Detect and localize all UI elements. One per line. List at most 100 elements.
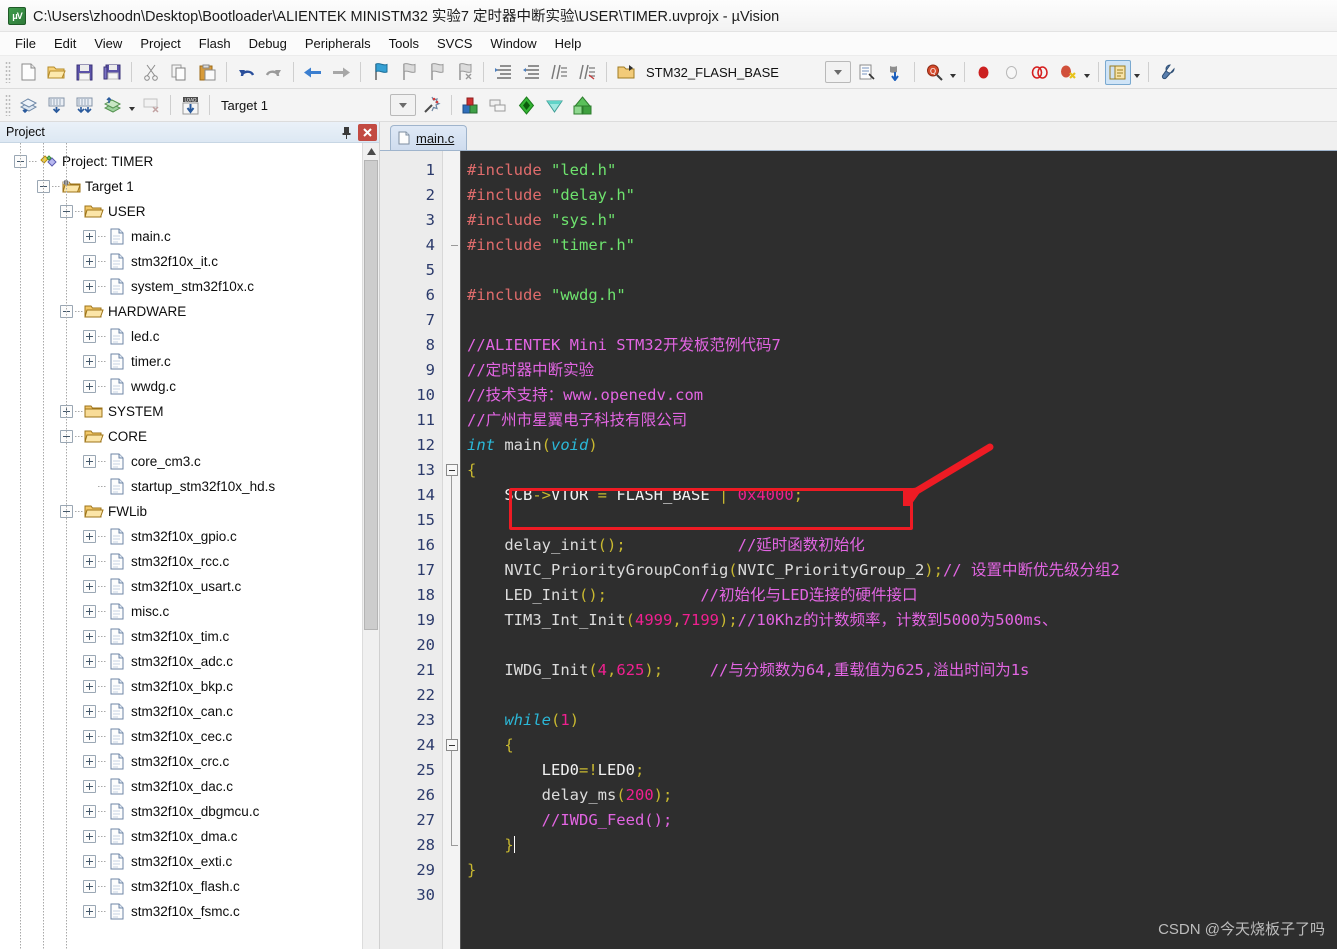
scroll-up-arrow-icon[interactable] bbox=[363, 143, 379, 160]
expand-icon[interactable] bbox=[83, 355, 96, 368]
cut-icon[interactable] bbox=[138, 60, 164, 85]
scrollbar-thumb[interactable] bbox=[364, 160, 378, 630]
navigate-forward-icon[interactable] bbox=[328, 60, 354, 85]
bookmark-toggle-icon[interactable] bbox=[367, 60, 393, 85]
bookmark-prev-icon[interactable] bbox=[395, 60, 421, 85]
tree-item[interactable]: CORE bbox=[0, 424, 362, 449]
tree-item[interactable]: Project: TIMER bbox=[0, 149, 362, 174]
expand-icon[interactable] bbox=[83, 780, 96, 793]
menu-flash[interactable]: Flash bbox=[190, 34, 240, 53]
indent-decrease-icon[interactable] bbox=[518, 60, 544, 85]
expand-icon[interactable] bbox=[83, 605, 96, 618]
tree-item[interactable]: USER bbox=[0, 199, 362, 224]
tree-item[interactable]: stm32f10x_exti.c bbox=[0, 849, 362, 874]
breakpoint-disable-all-icon[interactable] bbox=[1055, 60, 1081, 85]
configure-wrench-icon[interactable] bbox=[1155, 60, 1181, 85]
expand-icon[interactable] bbox=[83, 805, 96, 818]
tree-item[interactable]: stm32f10x_bkp.c bbox=[0, 674, 362, 699]
tree-item[interactable]: Target 1 bbox=[0, 174, 362, 199]
tree-item[interactable]: stm32f10x_adc.c bbox=[0, 649, 362, 674]
tree-item[interactable]: stm32f10x_gpio.c bbox=[0, 524, 362, 549]
menu-peripherals[interactable]: Peripherals bbox=[296, 34, 380, 53]
target-options-icon[interactable] bbox=[419, 93, 445, 118]
expand-icon[interactable] bbox=[83, 630, 96, 643]
expand-icon[interactable] bbox=[83, 655, 96, 668]
manage-run-time-env-icon[interactable] bbox=[542, 93, 568, 118]
pack-installer-icon[interactable] bbox=[514, 93, 540, 118]
tree-item[interactable]: stm32f10x_can.c bbox=[0, 699, 362, 724]
tree-item[interactable]: timer.c bbox=[0, 349, 362, 374]
expand-icon[interactable] bbox=[83, 455, 96, 468]
find-in-files-icon[interactable] bbox=[882, 60, 908, 85]
comment-lines-icon[interactable] bbox=[546, 60, 572, 85]
indent-increase-icon[interactable] bbox=[490, 60, 516, 85]
fold-collapse-icon[interactable] bbox=[446, 739, 458, 751]
tree-item[interactable]: stm32f10x_it.c bbox=[0, 249, 362, 274]
uncomment-lines-icon[interactable] bbox=[574, 60, 600, 85]
expand-icon[interactable] bbox=[83, 705, 96, 718]
expand-icon[interactable] bbox=[83, 755, 96, 768]
expand-icon[interactable] bbox=[83, 530, 96, 543]
tree-item[interactable]: stm32f10x_dbgmcu.c bbox=[0, 799, 362, 824]
target-dropdown-button[interactable] bbox=[389, 94, 416, 116]
expand-icon[interactable] bbox=[83, 830, 96, 843]
menu-debug[interactable]: Debug bbox=[240, 34, 296, 53]
rebuild-all-icon[interactable] bbox=[71, 93, 97, 118]
target-select-value[interactable]: Target 1 bbox=[215, 98, 268, 113]
code-text-area[interactable]: #include "led.h" #include "delay.h" #inclu… bbox=[461, 151, 1337, 949]
expand-icon[interactable] bbox=[83, 880, 96, 893]
load-flash-icon[interactable]: LOAD bbox=[177, 93, 203, 118]
menu-file[interactable]: File bbox=[6, 34, 45, 53]
bookmark-next-icon[interactable] bbox=[423, 60, 449, 85]
tree-item[interactable]: stm32f10x_tim.c bbox=[0, 624, 362, 649]
navigate-back-icon[interactable] bbox=[300, 60, 326, 85]
build-target-icon[interactable] bbox=[43, 93, 69, 118]
menu-tools[interactable]: Tools bbox=[380, 34, 428, 53]
expand-icon[interactable] bbox=[83, 255, 96, 268]
manage-components-icon[interactable] bbox=[458, 93, 484, 118]
tree-item[interactable]: stm32f10x_rcc.c bbox=[0, 549, 362, 574]
tree-item[interactable]: startup_stm32f10x_hd.s bbox=[0, 474, 362, 499]
tree-item[interactable]: stm32f10x_dac.c bbox=[0, 774, 362, 799]
tree-item[interactable]: led.c bbox=[0, 324, 362, 349]
expand-icon[interactable] bbox=[83, 330, 96, 343]
expand-icon[interactable] bbox=[83, 555, 96, 568]
expand-icon[interactable] bbox=[83, 230, 96, 243]
redo-icon[interactable] bbox=[261, 60, 287, 85]
pin-icon[interactable] bbox=[337, 124, 356, 141]
expand-icon[interactable] bbox=[83, 730, 96, 743]
tree-item[interactable]: stm32f10x_flash.c bbox=[0, 874, 362, 899]
tree-item[interactable]: stm32f10x_fsmc.c bbox=[0, 899, 362, 924]
save-icon[interactable] bbox=[71, 60, 97, 85]
project-tree[interactable]: Project: TIMER Target 1 USER main.c stm32f10… bbox=[0, 143, 362, 949]
tree-item[interactable]: wwdg.c bbox=[0, 374, 362, 399]
expand-icon[interactable] bbox=[83, 580, 96, 593]
select-software-packs-icon[interactable] bbox=[570, 93, 596, 118]
build-toolbar-grip[interactable] bbox=[5, 94, 11, 116]
tree-item[interactable]: stm32f10x_usart.c bbox=[0, 574, 362, 599]
expand-icon[interactable] bbox=[83, 905, 96, 918]
expand-icon[interactable] bbox=[83, 380, 96, 393]
menu-project[interactable]: Project bbox=[131, 34, 189, 53]
expand-icon[interactable] bbox=[83, 280, 96, 293]
batch-build-chevron-down-icon[interactable] bbox=[126, 93, 137, 117]
batch-build-icon[interactable] bbox=[99, 93, 125, 118]
translate-file-icon[interactable] bbox=[15, 93, 41, 118]
undo-icon[interactable] bbox=[233, 60, 259, 85]
fold-collapse-icon[interactable] bbox=[446, 464, 458, 476]
project-tree-scrollbar[interactable] bbox=[362, 143, 379, 949]
expand-icon[interactable] bbox=[83, 855, 96, 868]
manage-multi-project-icon[interactable] bbox=[486, 93, 512, 118]
breakpoints-chevron-down-icon[interactable] bbox=[1082, 60, 1093, 84]
symbol-field[interactable]: STM32_FLASH_BASE bbox=[640, 65, 779, 80]
breakpoint-insert-icon[interactable] bbox=[971, 60, 997, 85]
menu-window[interactable]: Window bbox=[481, 34, 545, 53]
tree-item[interactable]: main.c bbox=[0, 224, 362, 249]
tree-item[interactable]: SYSTEM bbox=[0, 399, 362, 424]
breakpoint-disable-icon[interactable] bbox=[999, 60, 1025, 85]
tree-item[interactable]: core_cm3.c bbox=[0, 449, 362, 474]
breakpoint-kill-all-icon[interactable] bbox=[1027, 60, 1053, 85]
bookmark-clear-icon[interactable] bbox=[451, 60, 477, 85]
expand-icon[interactable] bbox=[83, 680, 96, 693]
tree-item[interactable]: misc.c bbox=[0, 599, 362, 624]
